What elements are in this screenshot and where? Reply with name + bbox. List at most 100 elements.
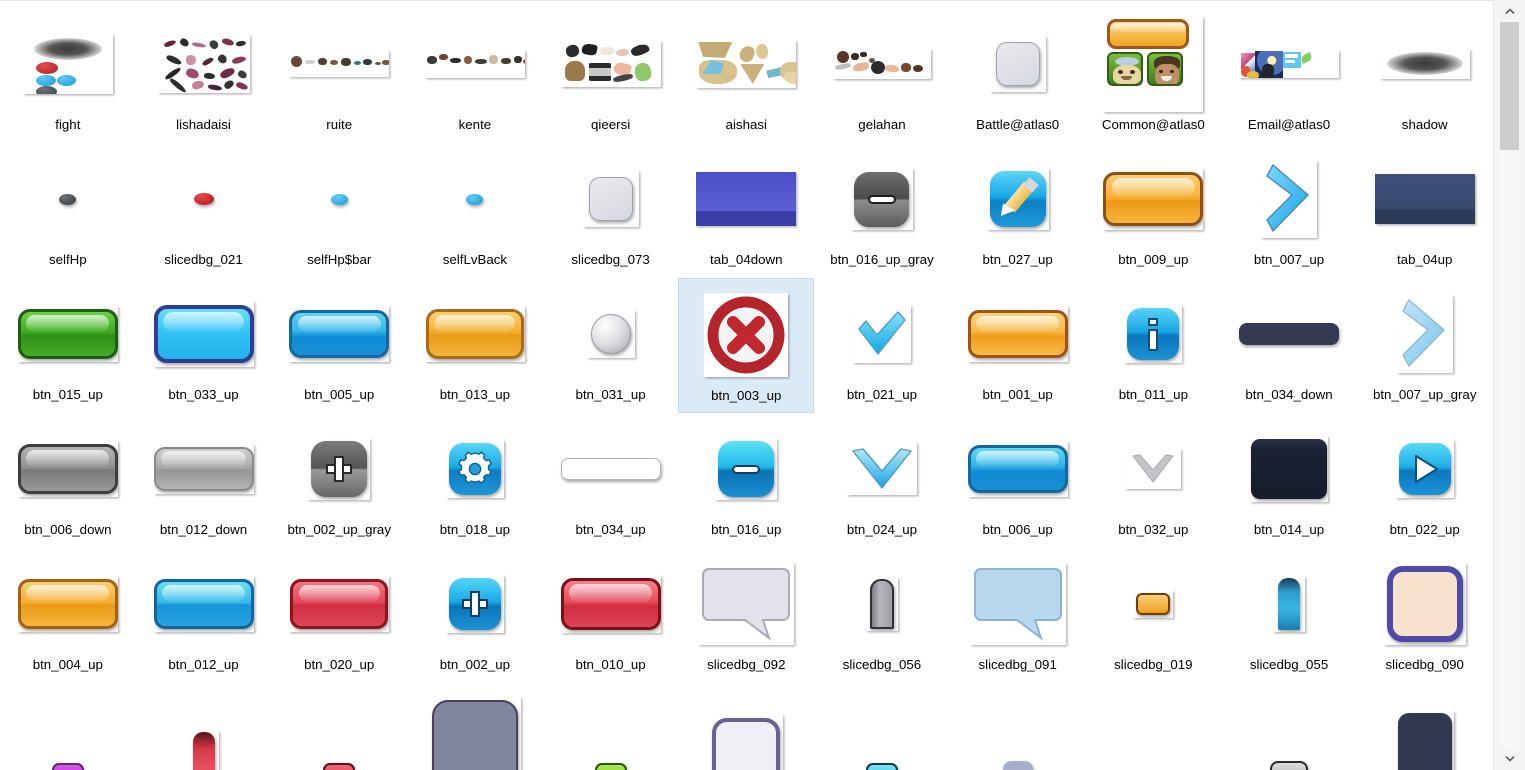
file-item[interactable]: selfHp$bar (271, 143, 407, 278)
file-item[interactable]: btn_001_up (950, 278, 1086, 413)
file-item[interactable]: btn_034_up (543, 413, 679, 548)
file-thumbnail (153, 284, 254, 384)
file-item[interactable]: btn_002_up (407, 548, 543, 683)
file-item-partial[interactable] (271, 683, 407, 770)
file-item[interactable]: btn_018_up (407, 413, 543, 548)
file-item[interactable]: btn_002_up_gray (271, 413, 407, 548)
file-thumbnail (17, 419, 118, 519)
file-item[interactable]: btn_009_up (1086, 143, 1222, 278)
file-item[interactable]: kente (407, 8, 543, 143)
file-item[interactable]: btn_012_down (136, 413, 272, 548)
thumb-card (289, 306, 390, 362)
file-item-partial[interactable] (0, 683, 136, 770)
file-item[interactable]: btn_015_up (0, 278, 136, 413)
thumb-card (17, 441, 118, 497)
file-item-selected[interactable]: btn_003_up (678, 278, 815, 413)
file-item[interactable]: btn_020_up (271, 548, 407, 683)
thumb-art (289, 310, 390, 358)
file-item[interactable]: tab_04up (1357, 143, 1493, 278)
file-item[interactable]: slicedbg_055 (1221, 548, 1357, 683)
file-item[interactable]: slicedbg_019 (1086, 548, 1222, 683)
file-item-partial[interactable] (407, 683, 543, 770)
file-name-label: gelahan (858, 117, 906, 132)
file-item[interactable]: aishasi (678, 8, 814, 143)
file-item[interactable]: btn_033_up (136, 278, 272, 413)
file-item-partial[interactable] (814, 683, 950, 770)
file-item[interactable]: Email@atlas0 (1221, 8, 1357, 143)
thumb-card (289, 576, 390, 632)
file-item[interactable]: btn_016_up_gray (814, 143, 950, 278)
file-item[interactable]: btn_007_up (1221, 143, 1357, 278)
file-name-label: slicedbg_021 (164, 252, 243, 267)
file-item[interactable]: btn_032_up (1086, 413, 1222, 548)
file-item-partial[interactable] (1221, 683, 1357, 770)
scrollbar-thumb[interactable] (1500, 22, 1519, 150)
file-item[interactable]: btn_016_up (678, 413, 814, 548)
file-name-label: btn_021_up (846, 387, 918, 402)
file-item[interactable]: btn_031_up (543, 278, 679, 413)
file-item[interactable]: slicedbg_090 (1357, 548, 1493, 683)
file-item[interactable]: btn_022_up (1357, 413, 1493, 548)
file-item[interactable]: ruite (271, 8, 407, 143)
file-item[interactable]: btn_010_up (543, 548, 679, 683)
scroll-down-button[interactable] (1500, 749, 1519, 768)
thumb-art (560, 458, 661, 480)
scroll-up-button[interactable] (1500, 2, 1519, 21)
file-item[interactable]: Common@atlas0 (1086, 8, 1222, 143)
file-item[interactable]: btn_007_up_gray (1357, 278, 1493, 413)
file-item-partial[interactable] (1086, 683, 1222, 770)
file-item[interactable]: btn_004_up (0, 548, 136, 683)
file-name-label: slicedbg_092 (707, 657, 786, 672)
file-item[interactable]: btn_034_down (1221, 278, 1357, 413)
file-name-label: btn_003_up (711, 388, 782, 403)
thumb-card (832, 49, 931, 79)
file-item[interactable]: shadow (1357, 8, 1493, 143)
file-item[interactable]: slicedbg_073 (543, 143, 679, 278)
file-item[interactable]: slicedbg_021 (136, 143, 272, 278)
file-item[interactable]: btn_013_up (407, 278, 543, 413)
file-item[interactable]: gelahan (814, 8, 950, 143)
file-item[interactable]: selfLvBack (407, 143, 543, 278)
file-name-label: btn_010_up (575, 657, 646, 672)
file-item[interactable]: lishadaisi (136, 8, 272, 143)
file-item[interactable]: btn_005_up (271, 278, 407, 413)
file-item-partial[interactable] (136, 683, 272, 770)
file-thumbnail (1239, 14, 1340, 114)
vertical-scrollbar[interactable] (1493, 0, 1525, 770)
file-item[interactable]: btn_027_up (950, 143, 1086, 278)
file-item[interactable]: btn_011_up (1086, 278, 1222, 413)
gear-icon (458, 451, 492, 484)
file-name-label: slicedbg_055 (1249, 657, 1329, 672)
file-item[interactable]: tab_04down (678, 143, 814, 278)
file-name-label: btn_020_up (304, 657, 375, 672)
thumb-card (560, 575, 661, 633)
file-item-partial[interactable] (950, 683, 1086, 770)
file-item[interactable]: Battle@atlas0 (950, 8, 1086, 143)
file-item-partial[interactable] (543, 683, 679, 770)
file-item[interactable]: btn_006_down (0, 413, 136, 548)
thumb-card (986, 168, 1049, 230)
file-item[interactable]: qieersi (543, 8, 679, 143)
thumb-art (1002, 761, 1033, 770)
file-thumbnail (18, 689, 118, 770)
file-item[interactable]: slicedbg_092 (678, 548, 814, 683)
file-item[interactable]: selfHp (0, 143, 136, 278)
file-item[interactable]: btn_021_up (814, 278, 950, 413)
file-thumbnail (1103, 554, 1203, 654)
file-name-label: btn_022_up (1389, 522, 1460, 537)
thumb-card (852, 305, 911, 363)
file-item[interactable]: fight (0, 8, 136, 143)
file-item-partial[interactable] (678, 683, 814, 770)
file-item[interactable]: btn_012_up (136, 548, 272, 683)
file-item-partial[interactable] (1357, 683, 1493, 770)
file-items-pane[interactable]: fight lishadaisi ruite kente qieersi aishasi g… (0, 0, 1493, 770)
file-thumbnail (153, 419, 254, 519)
file-item[interactable]: slicedbg_091 (950, 548, 1086, 683)
file-item[interactable]: btn_024_up (814, 413, 950, 548)
file-thumbnail (968, 689, 1068, 770)
file-item[interactable]: slicedbg_056 (814, 548, 950, 683)
thumb-card (715, 438, 778, 500)
speech-bubble-icon (973, 568, 1062, 641)
file-item[interactable]: btn_006_up (950, 413, 1086, 548)
file-item[interactable]: btn_014_up (1221, 413, 1357, 548)
